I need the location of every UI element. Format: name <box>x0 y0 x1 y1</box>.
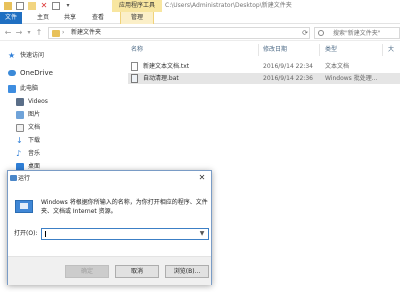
dialog-title: 运行 <box>18 175 31 182</box>
title-bar: ✕ ▾ 应用程序工具 C:\Users\Administrator\Deskto… <box>0 0 400 12</box>
ribbon-tabs: 文件 主页 共享 查看 管理 <box>0 12 400 24</box>
file-name: 新建文本文档.txt <box>143 63 190 70</box>
ribbon-context-label: 应用程序工具 <box>112 0 162 12</box>
up-arrow-icon[interactable]: ↑ <box>34 28 44 38</box>
tab-home[interactable]: 主页 <box>33 12 53 24</box>
tab-file[interactable]: 文件 <box>0 12 22 24</box>
tab-view[interactable]: 查看 <box>88 12 108 24</box>
refresh-icon[interactable]: ⟳ <box>300 27 310 39</box>
ok-button[interactable]: 确定 <box>65 265 109 278</box>
tab-manage[interactable]: 管理 <box>120 12 154 24</box>
file-type: Windows 批处理... <box>325 75 378 82</box>
column-header-size[interactable]: 大 <box>388 45 394 55</box>
file-row-selected[interactable]: 自动清理.bat 2016/9/14 22:36 Windows 批处理... <box>128 73 400 84</box>
folder-icon <box>4 2 12 10</box>
open-combobox[interactable]: ▼ <box>41 228 209 240</box>
search-icon <box>318 30 324 36</box>
sidebar-item-label: 音乐 <box>28 150 41 157</box>
forward-arrow-icon[interactable]: → <box>14 28 24 38</box>
open-input[interactable] <box>42 229 197 239</box>
search-input[interactable] <box>315 28 399 38</box>
chevron-down-icon[interactable]: ▼ <box>198 229 206 239</box>
text-caret <box>45 231 46 237</box>
star-icon: ★ <box>8 51 16 60</box>
close-icon[interactable]: ✕ <box>197 173 207 183</box>
picture-icon <box>16 111 24 119</box>
run-icon <box>10 175 17 181</box>
back-arrow-icon[interactable]: ← <box>3 28 13 38</box>
run-program-icon-window <box>20 203 28 209</box>
file-name: 自动清理.bat <box>143 75 179 82</box>
run-program-icon <box>15 198 35 215</box>
recent-locations-icon[interactable]: ▾ <box>24 28 34 38</box>
breadcrumb-chevron-icon[interactable]: › <box>62 28 64 38</box>
file-row[interactable]: 新建文本文档.txt 2016/9/14 22:34 文本文档 <box>128 61 400 72</box>
sidebar-item-label: 图片 <box>28 111 41 118</box>
column-header-date[interactable]: 修改日期 <box>263 45 287 55</box>
address-box[interactable]: › 新建文件夹 <box>48 27 310 39</box>
dialog-description: Windows 将根据你所输入的名称，为你打开相应的程序、文件夹、文档或 Int… <box>41 199 208 215</box>
column-divider[interactable] <box>382 44 383 56</box>
sidebar-item-label: 下载 <box>28 137 41 144</box>
sidebar-item-quick-access[interactable]: ★ 快速访问 <box>0 50 125 62</box>
run-dialog: 运行 ✕ Windows 将根据你所输入的名称，为你打开相应的程序、文件夹、文档… <box>7 170 212 285</box>
text-file-icon <box>131 62 138 71</box>
sidebar-item-this-pc[interactable]: 此电脑 <box>0 83 125 95</box>
document-icon <box>16 124 24 132</box>
column-header-name[interactable]: 名称 <box>131 45 143 55</box>
video-icon <box>16 98 24 106</box>
column-divider[interactable] <box>258 44 259 56</box>
sidebar-item-music[interactable]: ♪ 音乐 <box>0 148 125 160</box>
download-icon: ↓ <box>16 136 23 145</box>
music-icon: ♪ <box>16 149 22 158</box>
column-divider[interactable] <box>319 44 320 56</box>
sidebar-item-label: 快速访问 <box>20 52 45 59</box>
tab-share[interactable]: 共享 <box>60 12 80 24</box>
address-bar-row: ← → ▾ ↑ › 新建文件夹 ⟳ <box>0 25 400 41</box>
open-field-label: 打开(O): <box>14 230 38 237</box>
sidebar-item-label: 此电脑 <box>20 85 39 92</box>
column-header-type[interactable]: 类型 <box>325 45 337 55</box>
folder-icon <box>52 30 60 37</box>
computer-icon <box>8 85 16 93</box>
breadcrumb-current[interactable]: 新建文件夹 <box>71 28 101 38</box>
sidebar-item-downloads[interactable]: ↓ 下载 <box>0 135 125 147</box>
rename-icon[interactable] <box>52 2 60 10</box>
delete-icon[interactable]: ✕ <box>40 2 48 10</box>
cloud-icon <box>8 70 16 76</box>
sidebar-item-label: 文档 <box>28 124 41 131</box>
sidebar-item-label: Videos <box>28 98 48 105</box>
window-title-path: C:\Users\Administrator\Desktop\新建文件夹 <box>165 2 292 9</box>
customize-toolbar-icon[interactable]: ▾ <box>64 2 72 10</box>
batch-file-icon <box>131 74 138 83</box>
sidebar-item-pictures[interactable]: 图片 <box>0 109 125 121</box>
cancel-button[interactable]: 取消 <box>115 265 159 278</box>
sidebar-item-videos[interactable]: Videos <box>0 96 125 108</box>
new-folder-icon[interactable] <box>28 2 36 10</box>
file-date: 2016/9/14 22:34 <box>263 63 313 70</box>
file-type: 文本文档 <box>325 63 350 70</box>
sidebar-item-label: OneDrive <box>20 69 53 77</box>
browse-button[interactable]: 浏览(B)... <box>165 265 209 278</box>
search-box[interactable] <box>314 27 400 39</box>
properties-icon[interactable] <box>16 2 24 10</box>
file-date: 2016/9/14 22:36 <box>263 75 313 82</box>
sidebar-item-onedrive[interactable]: OneDrive <box>0 67 125 79</box>
dialog-button-bar: 确定 取消 浏览(B)... <box>8 256 211 285</box>
sidebar-item-documents[interactable]: 文档 <box>0 122 125 134</box>
